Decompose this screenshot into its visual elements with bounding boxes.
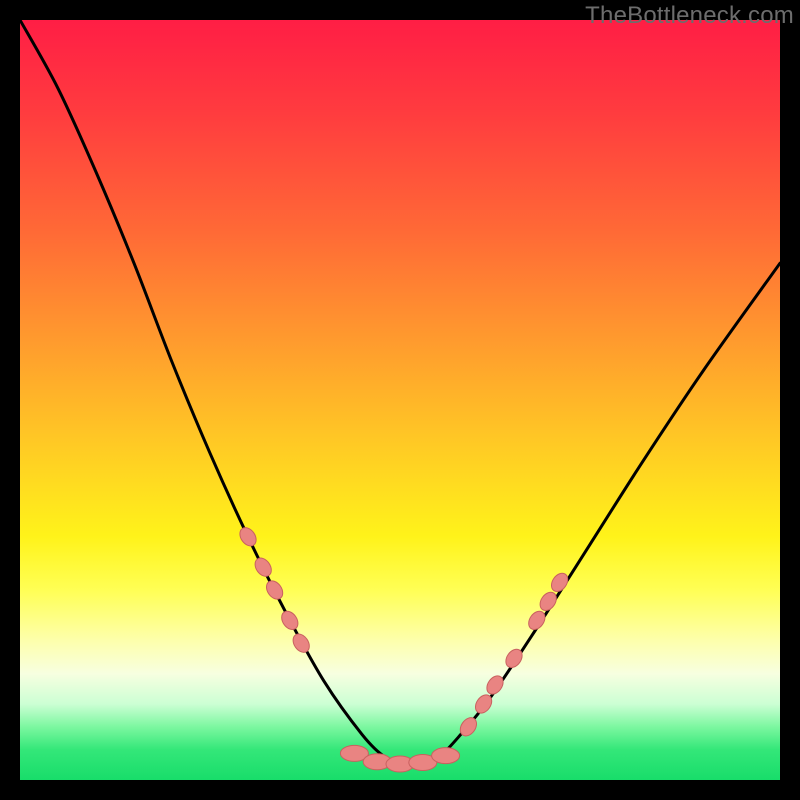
curve-marker [548, 570, 571, 594]
curve-marker [432, 748, 460, 764]
curve-marker [237, 525, 260, 549]
curve-marker [525, 608, 548, 632]
bottleneck-plot [20, 20, 780, 780]
curve-marker [290, 631, 313, 655]
bottleneck-curve [20, 20, 780, 766]
plot-area [20, 20, 780, 780]
curve-marker [263, 578, 286, 602]
curve-marker [537, 589, 560, 613]
marker-group [237, 525, 572, 772]
curve-marker [278, 608, 301, 632]
curve-group [20, 20, 780, 766]
curve-marker [484, 673, 507, 697]
curve-marker [252, 555, 275, 579]
watermark-text: TheBottleneck.com [585, 2, 794, 30]
chart-frame: TheBottleneck.com [0, 0, 800, 800]
